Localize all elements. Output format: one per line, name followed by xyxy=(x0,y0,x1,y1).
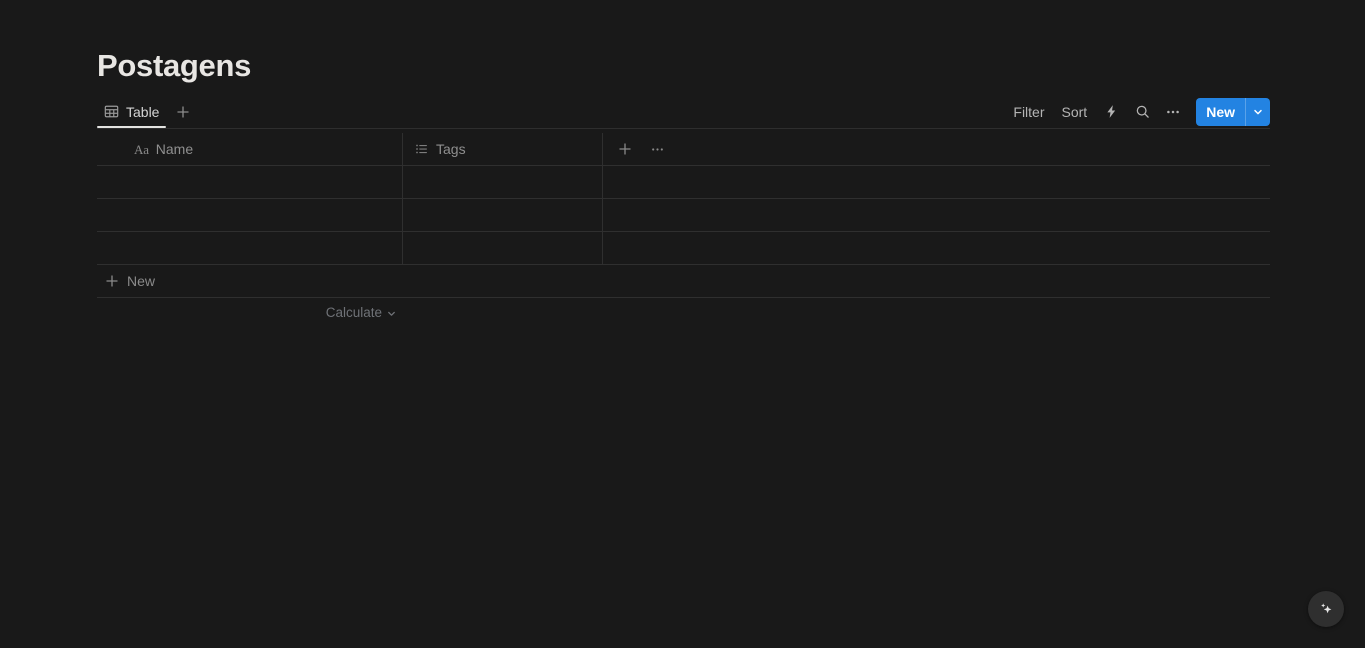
cell-tags[interactable] xyxy=(403,199,603,231)
tab-label: Table xyxy=(126,103,160,120)
plus-icon xyxy=(105,274,119,288)
cell-filler xyxy=(603,199,1270,231)
cell-name[interactable] xyxy=(97,166,403,198)
table-icon xyxy=(104,104,119,119)
page-title[interactable]: Postagens xyxy=(97,47,251,85)
table-footer: Calculate xyxy=(97,298,1270,328)
column-header-label: Tags xyxy=(436,141,466,157)
database-table: Aa Name Tags New Calculate xyxy=(97,133,1270,328)
table-row[interactable] xyxy=(97,166,1270,199)
add-column-button[interactable] xyxy=(613,137,637,161)
sparkle-ai-icon xyxy=(1317,600,1335,618)
sort-button[interactable]: Sort xyxy=(1055,101,1095,123)
column-header-name[interactable]: Aa Name xyxy=(97,133,403,165)
view-tabs: Table xyxy=(97,95,196,128)
table-row[interactable] xyxy=(97,232,1270,265)
view-bar-divider xyxy=(97,128,1270,129)
ai-assistant-button[interactable] xyxy=(1308,591,1344,627)
table-header-actions xyxy=(603,133,1270,165)
new-row-label: New xyxy=(127,273,156,289)
column-header-tags[interactable]: Tags xyxy=(403,133,603,165)
view-toolbar: Filter Sort New xyxy=(1006,95,1270,128)
new-button[interactable]: New xyxy=(1196,98,1245,126)
search-icon[interactable] xyxy=(1128,98,1156,126)
tab-table[interactable]: Table xyxy=(97,95,167,128)
table-row[interactable] xyxy=(97,199,1270,232)
new-button-chevron-down-icon[interactable] xyxy=(1246,98,1270,126)
filter-button[interactable]: Filter xyxy=(1006,101,1051,123)
title-text-icon: Aa xyxy=(134,141,149,157)
cell-name[interactable] xyxy=(97,232,403,264)
new-button-group[interactable]: New xyxy=(1196,97,1270,126)
view-bar: Table Filter Sort New xyxy=(97,95,1270,129)
table-more-options-icon[interactable] xyxy=(645,137,669,161)
calculate-button[interactable]: Calculate xyxy=(97,298,403,328)
more-options-icon[interactable] xyxy=(1159,98,1187,126)
column-header-label: Name xyxy=(155,141,194,157)
calculate-label: Calculate xyxy=(325,305,382,321)
notion-database-page: Postagens Table Filter Sort New Aa Name … xyxy=(0,0,1365,648)
table-body xyxy=(97,166,1270,265)
cell-filler xyxy=(603,166,1270,198)
cell-name[interactable] xyxy=(97,199,403,231)
cell-tags[interactable] xyxy=(403,166,603,198)
chevron-down-icon xyxy=(386,308,397,319)
lightning-bolt-icon[interactable] xyxy=(1097,98,1125,126)
cell-filler xyxy=(603,232,1270,264)
cell-tags[interactable] xyxy=(403,232,603,264)
add-view-button[interactable] xyxy=(170,99,196,125)
new-row-button[interactable]: New xyxy=(97,265,1270,298)
multi-select-list-icon xyxy=(415,142,429,156)
table-header-row: Aa Name Tags xyxy=(97,133,1270,166)
